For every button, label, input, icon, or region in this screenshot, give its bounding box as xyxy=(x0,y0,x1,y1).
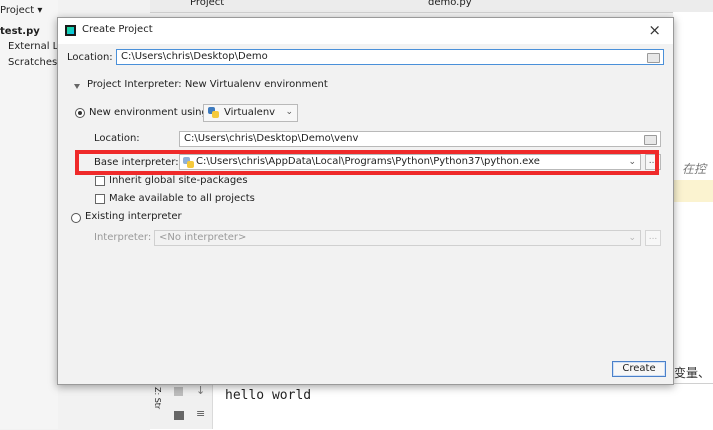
existing-interpreter-radio[interactable] xyxy=(71,213,81,223)
project-tab[interactable]: Project xyxy=(190,0,224,8)
python-icon xyxy=(208,107,219,118)
folder-icon[interactable] xyxy=(644,135,657,145)
editor-text-fragment-2: 变量、 xyxy=(674,366,711,380)
venv-location-value: C:\Users\chris\Desktop\Demo\venv xyxy=(184,133,359,144)
soft-wrap-icon[interactable]: ≡ xyxy=(196,407,205,420)
editor-tab-demo-py[interactable]: demo.py xyxy=(428,0,472,8)
editor-text-fragment: 在控 xyxy=(682,162,707,176)
editor-highlight-line xyxy=(673,180,713,202)
close-icon[interactable]: × xyxy=(648,21,661,39)
location-input[interactable]: C:\Users\chris\Desktop\Demo xyxy=(116,49,664,65)
project-menu[interactable]: Project ▾ xyxy=(0,3,42,19)
interpreter-label: Interpreter: xyxy=(94,232,152,243)
folder-icon[interactable] xyxy=(647,53,660,63)
location-value: C:\Users\chris\Desktop\Demo xyxy=(121,51,268,62)
chevron-down-icon: ⌄ xyxy=(285,107,293,117)
make-available-label: Make available to all projects xyxy=(109,193,255,204)
create-project-dialog: Create Project × Location: C:\Users\chri… xyxy=(57,17,674,385)
browse-interpreter-button[interactable]: ... xyxy=(645,230,661,246)
project-tree-panel: Project ▾ test.py External Lib Scratches… xyxy=(0,0,67,429)
environment-tool-select[interactable]: Virtualenv ⌄ xyxy=(203,104,298,122)
new-environment-radio[interactable] xyxy=(75,108,85,118)
inherit-packages-label: Inherit global site-packages xyxy=(109,175,248,186)
venv-location-input[interactable]: C:\Users\chris\Desktop\Demo\venv xyxy=(179,131,661,147)
dialog-title: Create Project xyxy=(82,24,153,35)
stop-icon[interactable] xyxy=(174,387,183,396)
environment-tool-value: Virtualenv xyxy=(224,107,276,118)
chevron-down-icon: ⌄ xyxy=(628,233,636,243)
location-label: Location: xyxy=(67,52,113,63)
interpreter-value: <No interpreter> xyxy=(159,232,247,243)
console-toolbar: Z: Str ↓ ≡ xyxy=(150,383,213,429)
tree-item-test-py[interactable]: test.py xyxy=(0,24,40,40)
structure-tab[interactable]: Z: Str xyxy=(153,387,162,409)
existing-interpreter-label: Existing interpreter xyxy=(85,211,182,222)
highlight-annotation xyxy=(75,150,659,175)
make-available-checkbox[interactable] xyxy=(95,194,105,204)
layout-icon[interactable] xyxy=(174,411,184,420)
ide-toolbar: Project demo.py xyxy=(150,0,713,13)
collapse-arrow-icon[interactable] xyxy=(74,84,80,89)
venv-location-label: Location: xyxy=(94,133,140,144)
pycharm-icon xyxy=(65,25,76,36)
scroll-down-icon[interactable]: ↓ xyxy=(196,384,205,397)
section-title[interactable]: Project Interpreter: New Virtualenv envi… xyxy=(87,79,328,90)
new-environment-label: New environment using xyxy=(89,107,208,118)
inherit-packages-checkbox[interactable] xyxy=(95,176,105,186)
create-button[interactable]: Create xyxy=(612,361,666,377)
console-output: hello world xyxy=(225,388,312,403)
dialog-titlebar: Create Project × xyxy=(58,18,673,44)
interpreter-select[interactable]: <No interpreter> ⌄ xyxy=(154,230,641,246)
